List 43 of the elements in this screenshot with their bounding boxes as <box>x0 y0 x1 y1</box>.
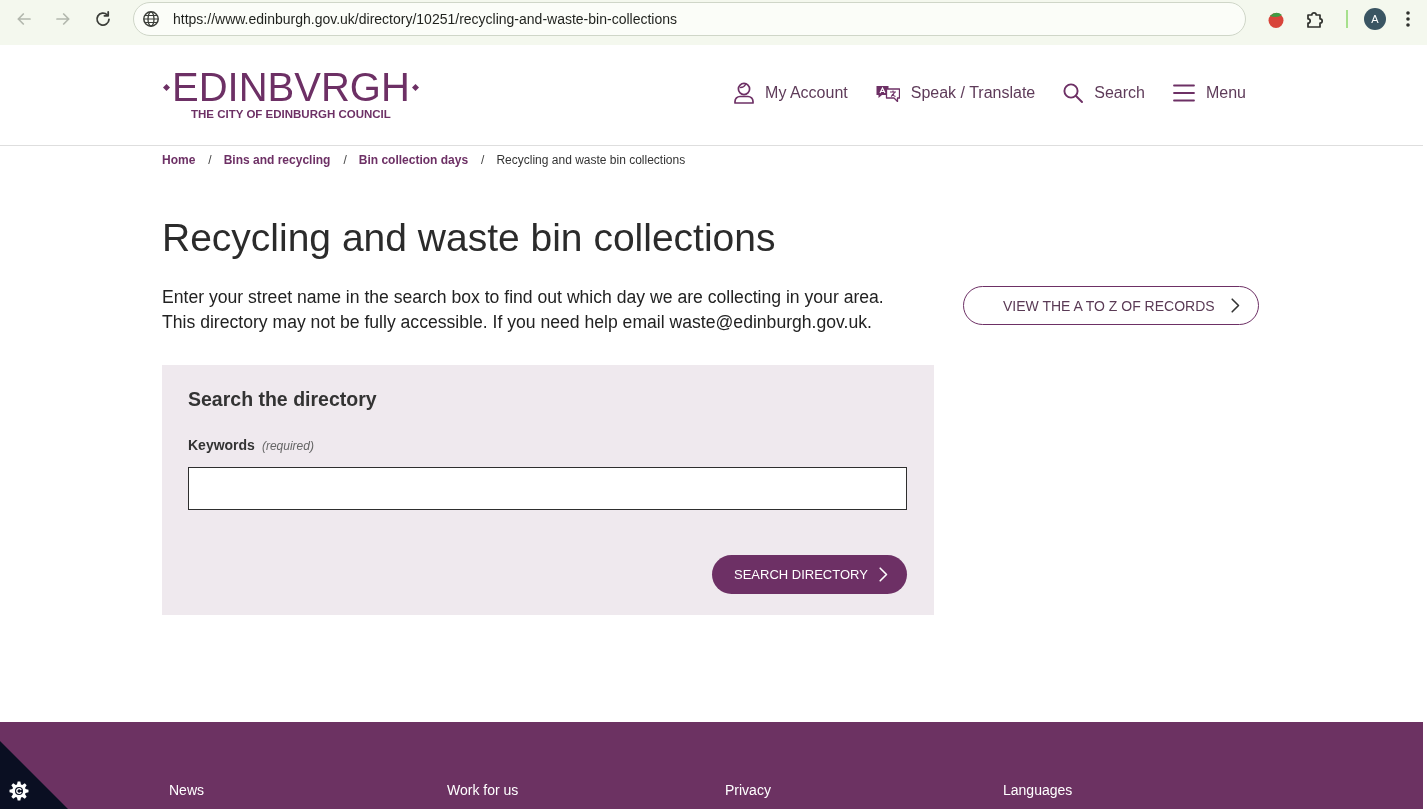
breadcrumb-link[interactable]: Bins and recycling <box>223 152 331 168</box>
puzzle-icon[interactable] <box>1307 10 1324 28</box>
diamond-icon <box>163 83 170 91</box>
profile-avatar[interactable]: A <box>1364 8 1386 30</box>
footer-link[interactable]: News <box>169 781 204 799</box>
current-page-text: Recycling and waste bin collections <box>496 152 686 168</box>
tomato-icon[interactable] <box>1267 10 1285 28</box>
url-text: https://www.edinburgh.gov.uk/directory/10251/recycling-and-waste-bin-collections <box>173 11 677 27</box>
breadcrumb-link[interactable]: Home <box>162 152 196 168</box>
intro-text: This directory may not be fully accessible. If you need help email waste@edinburgh.gov.uk. <box>162 311 873 334</box>
breadcrumb-separator: / <box>481 152 485 168</box>
chevron-right-icon <box>879 567 888 582</box>
footer-link[interactable]: Languages <box>1003 781 1073 799</box>
intro-text: Enter your street name in the search box to find out which day we are collecting in your area. <box>162 286 885 309</box>
keywords-field[interactable] <box>188 467 907 510</box>
address-bar[interactable]: https://www.edinburgh.gov.uk/directory/10251/recycling-and-waste-bin-collections <box>133 2 1246 36</box>
footer-link[interactable]: Privacy <box>725 781 771 799</box>
nav-link[interactable]: Menu <box>1172 81 1246 105</box>
globe-icon <box>143 11 159 27</box>
speech-bubbles-icon <box>875 84 900 102</box>
field-label: Keywords <box>188 436 255 454</box>
breadcrumb-separator: / <box>343 152 347 168</box>
person-icon <box>734 82 755 104</box>
search-icon <box>1063 83 1084 103</box>
reload-icon[interactable] <box>95 11 111 27</box>
logo-tagline: THE CITY OF EDINBURGH COUNCIL <box>191 107 391 121</box>
more-icon[interactable] <box>1406 11 1410 27</box>
page-title: Recycling and waste bin collections <box>162 215 777 261</box>
panel-heading: Search the directory <box>188 387 378 411</box>
diamond-icon <box>411 83 419 91</box>
nav-link[interactable]: My Account <box>734 81 848 105</box>
footer-link[interactable]: Work for us <box>447 781 519 799</box>
logo-wordmark[interactable]: EDINBVRGH <box>172 69 410 105</box>
required-note: (required) <box>261 438 314 455</box>
nav-link[interactable]: Speak / Translate <box>875 81 1036 105</box>
breadcrumb-separator: / <box>208 152 212 168</box>
a-to-z-button[interactable]: VIEW THE A TO Z OF RECORDS <box>963 286 1259 325</box>
breadcrumb-link[interactable]: Bin collection days <box>358 152 469 168</box>
search-directory-button[interactable]: SEARCH DIRECTORY <box>712 555 907 594</box>
menu-icon <box>1172 84 1195 102</box>
nav-link[interactable]: Search <box>1063 81 1145 105</box>
gear-icon <box>9 781 29 801</box>
chevron-right-icon <box>1231 298 1240 313</box>
